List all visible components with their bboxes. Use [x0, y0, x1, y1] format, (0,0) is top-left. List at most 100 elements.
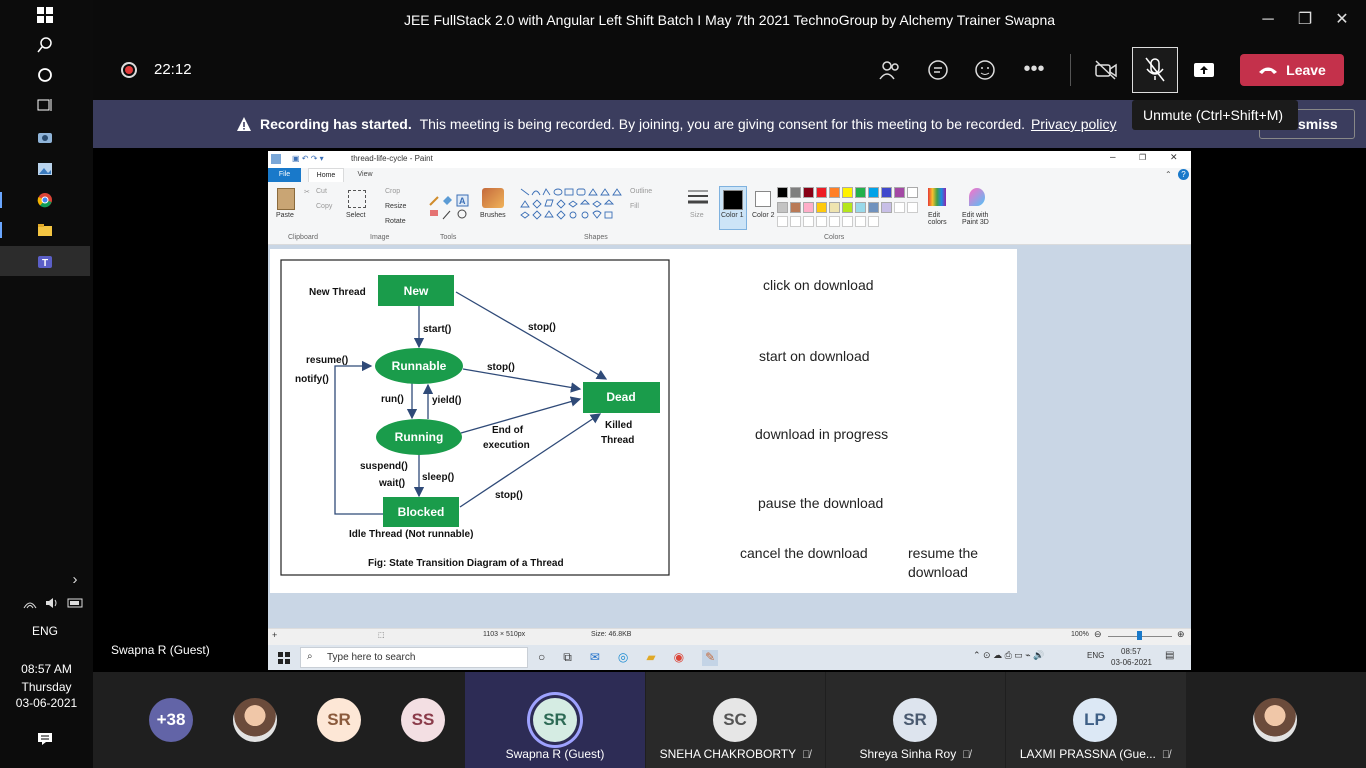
palette-color[interactable] [881, 187, 892, 198]
resize-button[interactable]: Resize [385, 203, 406, 210]
palette-color[interactable] [816, 201, 827, 213]
participant-avatar[interactable]: SR [893, 698, 937, 742]
palette-color[interactable] [868, 187, 879, 198]
share-screen-icon[interactable] [1192, 59, 1216, 81]
color1-button[interactable] [719, 186, 747, 230]
cut-button[interactable]: Cut [316, 188, 327, 195]
ribbon-collapse-icon[interactable]: ⌃ [1165, 170, 1175, 180]
participant-photo-avatar[interactable] [233, 698, 277, 742]
participant-avatar[interactable]: SR [533, 698, 577, 742]
outline-button[interactable]: Outline [630, 188, 652, 195]
rotate-button[interactable]: Rotate [385, 218, 406, 225]
file-explorer-icon[interactable] [34, 219, 56, 241]
tab-view[interactable]: View [350, 168, 380, 182]
palette-empty-slot[interactable] [842, 216, 853, 228]
color2-button[interactable] [755, 191, 771, 207]
camera-off-icon[interactable] [1094, 59, 1118, 81]
select-button[interactable]: Select [346, 212, 365, 219]
participant-avatar[interactable]: LP [1073, 698, 1117, 742]
palette-color[interactable] [816, 187, 827, 198]
paste-button[interactable]: Paste [276, 212, 294, 219]
remote-taskbar-apps[interactable]: ○ ⧉ ✉ ◎ ▰ ◉ ✎ [538, 650, 798, 666]
tab-file[interactable]: File [268, 168, 301, 182]
paint-minimize-icon[interactable]: – [1110, 152, 1116, 163]
mute-button[interactable] [1132, 47, 1178, 93]
remote-cortana-icon[interactable]: ○ [538, 650, 545, 666]
quick-access-icons[interactable]: ▣ ↶ ↷ ▾ [292, 154, 324, 163]
close-icon[interactable]: ✕ [1330, 8, 1354, 32]
palette-empty-slot[interactable] [777, 216, 788, 228]
palette-empty-slot[interactable] [907, 201, 918, 213]
maximize-icon[interactable]: ❐ [1293, 8, 1317, 32]
task-view-icon[interactable] [34, 94, 56, 116]
palette-empty-slot[interactable] [868, 216, 879, 228]
palette-empty-slot[interactable] [803, 216, 814, 228]
clock-time[interactable]: 08:57 AM [0, 662, 93, 676]
palette-empty-slot[interactable] [894, 201, 905, 213]
fill-button[interactable]: Fill [630, 203, 639, 210]
palette-color[interactable] [855, 187, 866, 198]
remote-tray-icons[interactable]: ⌃ ⊙ ☁ ⎙ ▭ ⌁ 🔊 [973, 650, 1044, 661]
palette-empty-slot[interactable] [855, 216, 866, 228]
photos-app-icon[interactable] [34, 158, 56, 180]
paint-maximize-icon[interactable]: ❐ [1139, 153, 1146, 162]
more-participants-badge[interactable]: +38 [149, 698, 193, 742]
shapes-gallery[interactable] [518, 187, 623, 225]
remote-paint-icon[interactable]: ✎ [702, 650, 719, 666]
palette-color[interactable] [790, 201, 801, 213]
more-options-icon[interactable]: ••• [1022, 58, 1046, 80]
language-indicator[interactable]: ENG [0, 624, 90, 638]
leave-button[interactable]: Leave [1240, 54, 1344, 86]
camera-app-icon[interactable] [34, 126, 56, 148]
participant-avatar[interactable]: SS [401, 698, 445, 742]
chevron-right-icon[interactable]: › [64, 568, 86, 590]
palette-empty-slot[interactable] [829, 216, 840, 228]
size-button[interactable]: Size [690, 212, 704, 219]
copy-button[interactable]: Copy [316, 203, 332, 210]
brushes-button[interactable]: Brushes [480, 212, 506, 219]
remote-clock-time[interactable]: 08:57 [1121, 647, 1141, 656]
remote-chrome-icon[interactable]: ◉ [674, 650, 684, 666]
tools-icons[interactable]: A [428, 193, 476, 223]
palette-color[interactable] [868, 201, 879, 213]
paint3d-icon[interactable] [969, 188, 985, 206]
cut-icon[interactable]: ✂ [304, 188, 310, 196]
cortana-icon[interactable] [34, 64, 56, 86]
privacy-policy-link[interactable]: Privacy policy [1031, 116, 1117, 132]
reactions-icon[interactable] [974, 59, 998, 81]
palette-color[interactable] [803, 187, 814, 198]
remote-explorer-icon[interactable]: ▰ [646, 650, 655, 666]
chrome-icon[interactable] [34, 189, 56, 211]
zoom-out-icon[interactable]: ⊖ [1094, 629, 1102, 640]
palette-color[interactable] [907, 187, 918, 198]
palette-color[interactable] [777, 201, 788, 213]
remote-search-box[interactable]: ⌕ Type here to search [300, 647, 528, 668]
select-icon[interactable] [348, 190, 366, 208]
crop-button[interactable]: Crop [385, 188, 400, 195]
palette-color[interactable] [855, 201, 866, 213]
participant-photo-avatar[interactable] [1253, 698, 1297, 742]
zoom-slider-thumb[interactable] [1137, 631, 1142, 640]
palette-color[interactable] [777, 187, 788, 198]
palette-color[interactable] [894, 187, 905, 198]
palette-color[interactable] [842, 187, 853, 198]
palette-color[interactable] [790, 187, 801, 198]
paint-close-icon[interactable]: ✕ [1170, 152, 1178, 163]
remote-edge-icon[interactable]: ◎ [618, 650, 628, 666]
remote-notification-icon[interactable]: ▤ [1165, 650, 1174, 661]
system-tray-icons[interactable] [22, 596, 88, 612]
remote-mail-icon[interactable]: ✉ [590, 650, 600, 666]
minimize-icon[interactable]: ─ [1256, 8, 1280, 32]
edit-colors-icon[interactable] [928, 188, 946, 206]
help-icon[interactable]: ? [1178, 169, 1189, 180]
remote-lang[interactable]: ENG [1087, 651, 1104, 660]
paste-icon[interactable] [277, 188, 295, 210]
palette-color[interactable] [829, 187, 840, 198]
windows-start-icon[interactable] [34, 4, 56, 26]
participants-icon[interactable] [878, 59, 902, 81]
size-icon[interactable] [687, 188, 709, 208]
edit-paint3d-button[interactable]: Edit with Paint 3D [962, 212, 998, 226]
tab-home[interactable]: Home [308, 168, 344, 182]
participant-avatar[interactable]: SR [317, 698, 361, 742]
palette-color[interactable] [829, 201, 840, 213]
